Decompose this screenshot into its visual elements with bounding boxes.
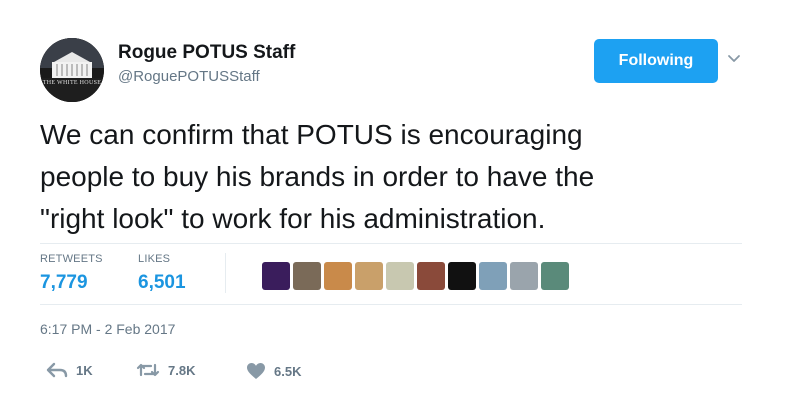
like-count: 6.5K [274, 363, 302, 379]
liker-avatar-8[interactable] [479, 262, 507, 290]
liker-avatar-6[interactable] [417, 262, 445, 290]
stats-separator [225, 253, 226, 293]
liker-avatar-10[interactable] [541, 262, 569, 290]
chevron-down-icon[interactable] [727, 54, 741, 64]
retweet-button[interactable]: 7.8K [136, 362, 195, 378]
tweet-line: "right look" to work for his administrat… [40, 203, 546, 234]
liker-avatar-2[interactable] [293, 262, 321, 290]
tweet-line: people to buy his brands in order to hav… [40, 161, 595, 192]
like-button[interactable]: 6.5K [246, 362, 301, 380]
retweets-label: RETWEETS [40, 253, 103, 265]
likes-label: LIKES [138, 253, 171, 265]
retweet-icon [136, 363, 160, 377]
retweet-count: 7.8K [168, 362, 196, 378]
reply-icon [46, 362, 68, 378]
avatar-caption: THE WHITE HOUSE [42, 80, 102, 86]
liker-avatar-1[interactable] [262, 262, 290, 290]
reply-button[interactable]: 1K [46, 362, 93, 378]
liker-avatar-7[interactable] [448, 262, 476, 290]
divider [40, 243, 742, 244]
divider [40, 304, 742, 305]
liker-avatar-3[interactable] [324, 262, 352, 290]
reply-count: 1K [76, 362, 93, 378]
user-handle[interactable]: @RoguePOTUSStaff [118, 68, 260, 85]
liker-avatars [262, 262, 569, 290]
avatar[interactable]: THE WHITE HOUSE [40, 38, 104, 102]
following-button[interactable]: Following [594, 39, 718, 83]
heart-icon [247, 363, 265, 379]
display-name[interactable]: Rogue POTUS Staff [118, 42, 295, 64]
tweet-line: We can confirm that POTUS is encouraging [40, 119, 583, 150]
white-house-icon [40, 38, 104, 102]
liker-avatar-9[interactable] [510, 262, 538, 290]
likes-count[interactable]: 6,501 [138, 272, 186, 294]
tweet-timestamp[interactable]: 6:17 PM - 2 Feb 2017 [40, 321, 175, 337]
tweet-text: We can confirm that POTUS is encouraging… [40, 114, 760, 240]
liker-avatar-5[interactable] [386, 262, 414, 290]
retweets-count[interactable]: 7,779 [40, 272, 88, 294]
liker-avatar-4[interactable] [355, 262, 383, 290]
